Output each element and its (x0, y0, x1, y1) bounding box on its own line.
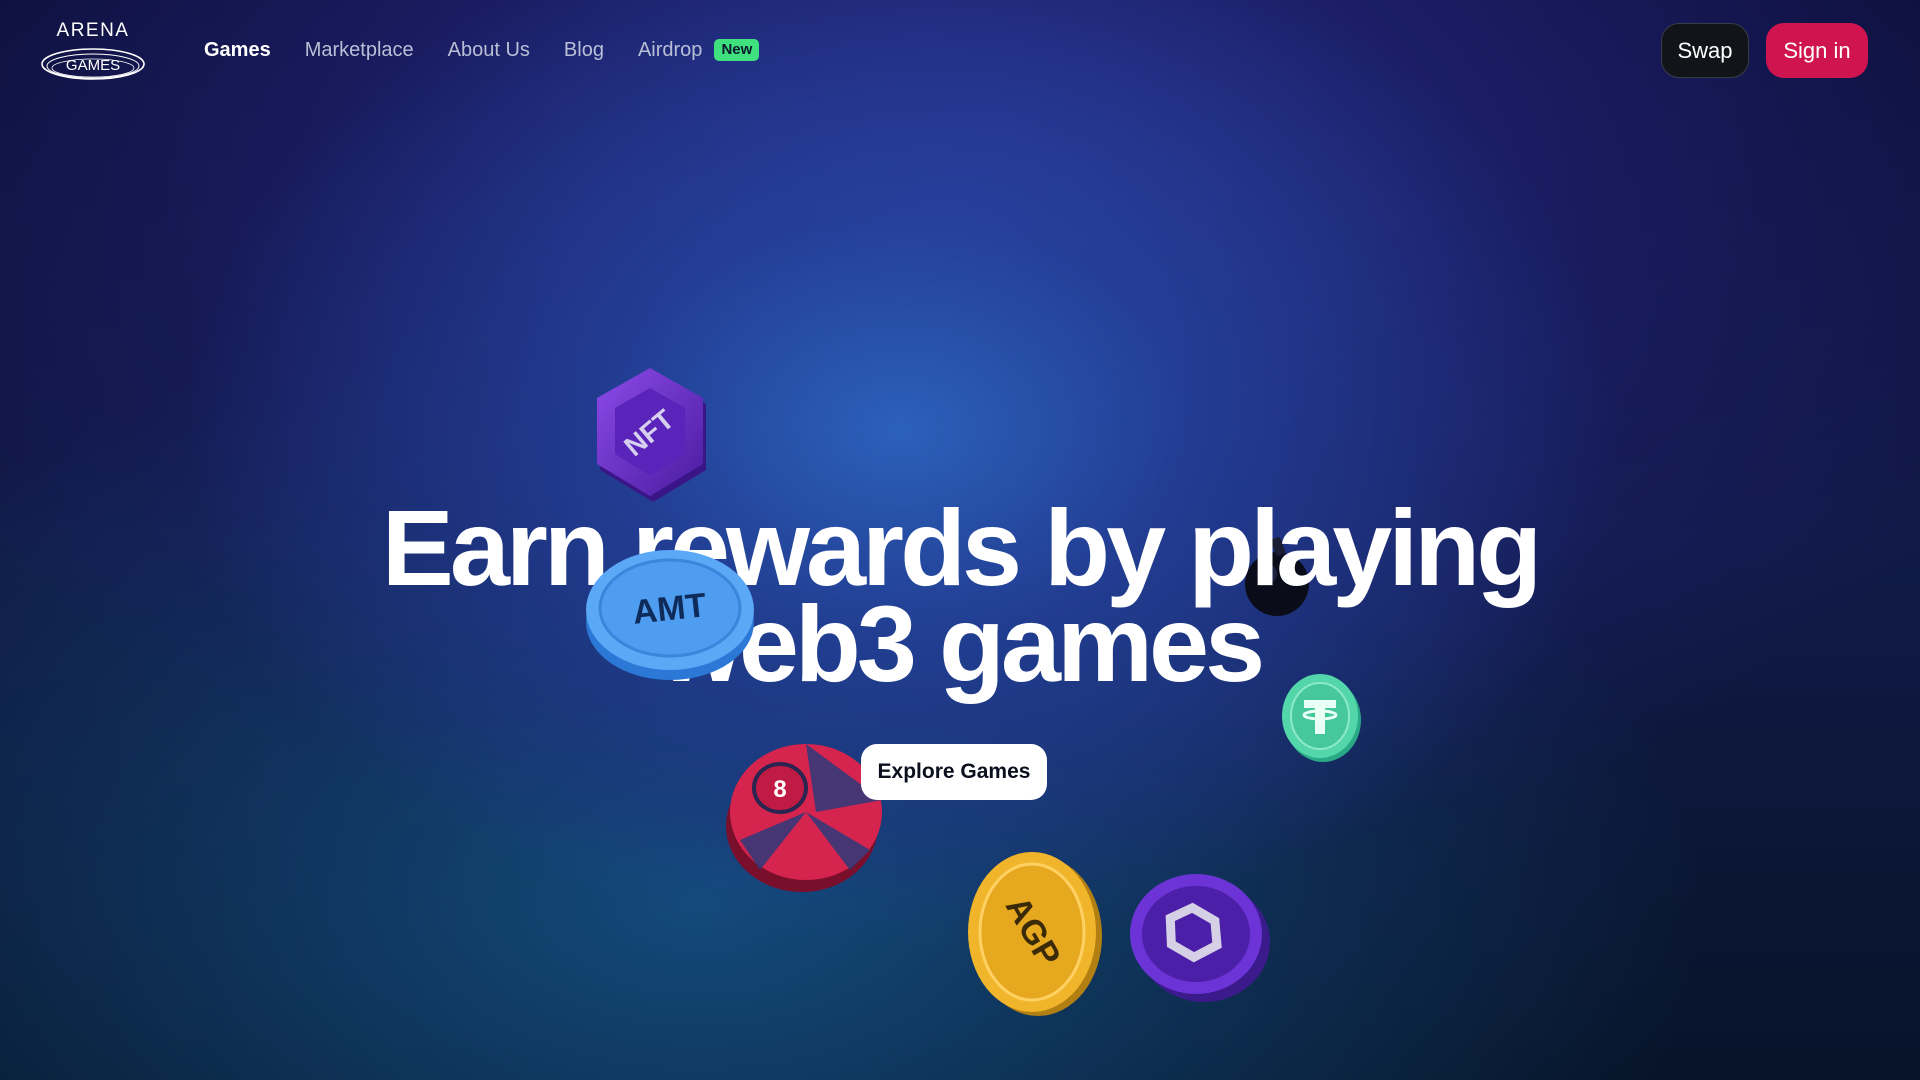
polygon-coin-icon (1124, 866, 1272, 1011)
nav-marketplace[interactable]: Marketplace (305, 37, 414, 63)
nav-about-us[interactable]: About Us (448, 37, 530, 63)
new-badge: New (714, 39, 760, 61)
nav-links: Games Marketplace About Us Blog Airdrop … (204, 37, 793, 63)
hero-title: Earn rewards by playing web3 games (0, 494, 1920, 698)
amt-coin-icon: AMT (582, 538, 758, 691)
swap-button[interactable]: Swap (1661, 23, 1749, 78)
svg-text:GAMES: GAMES (66, 57, 120, 74)
nav-airdrop-label: Airdrop (637, 39, 703, 61)
hero-section: Earn rewards by playing web3 games (0, 494, 1920, 698)
agp-coin-icon: AGP (962, 850, 1104, 1023)
tether-coin-icon (1278, 672, 1364, 769)
svg-text:AMT: AMT (631, 586, 708, 632)
top-navigation: ARENA GAMES Games Marketplace About Us B… (0, 0, 1920, 100)
nav-blog[interactable]: Blog (564, 37, 604, 63)
nav-games[interactable]: Games (204, 37, 271, 63)
svg-text:8: 8 (773, 776, 786, 803)
svg-text:ARENA: ARENA (57, 20, 130, 41)
arena-games-logo[interactable]: ARENA GAMES (38, 16, 148, 84)
nav-airdrop[interactable]: Airdrop New (637, 37, 760, 63)
sign-in-button[interactable]: Sign in (1766, 23, 1868, 78)
explore-games-button[interactable]: Explore Games (861, 744, 1047, 800)
